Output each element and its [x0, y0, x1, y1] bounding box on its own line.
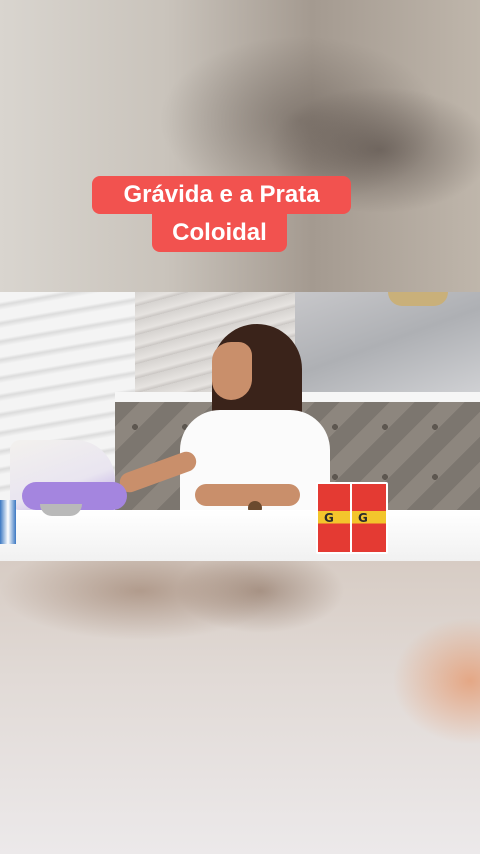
generic-g-label: G — [324, 511, 334, 525]
blurred-background-bottom — [0, 561, 480, 854]
video-frame[interactable]: G G — [0, 292, 480, 561]
cup — [0, 500, 16, 544]
mirror — [295, 292, 480, 392]
caption-line-2: Coloidal — [152, 214, 287, 252]
generic-g-label: G — [358, 511, 368, 525]
silver-bowl — [40, 504, 82, 516]
medicine-box: G — [316, 482, 354, 554]
chandelier — [388, 292, 448, 306]
person-forearm — [195, 484, 300, 506]
white-table — [0, 510, 480, 561]
medicine-box: G — [350, 482, 388, 554]
person-face — [212, 342, 252, 400]
caption-line-1: Grávida e a Prata — [92, 176, 351, 214]
